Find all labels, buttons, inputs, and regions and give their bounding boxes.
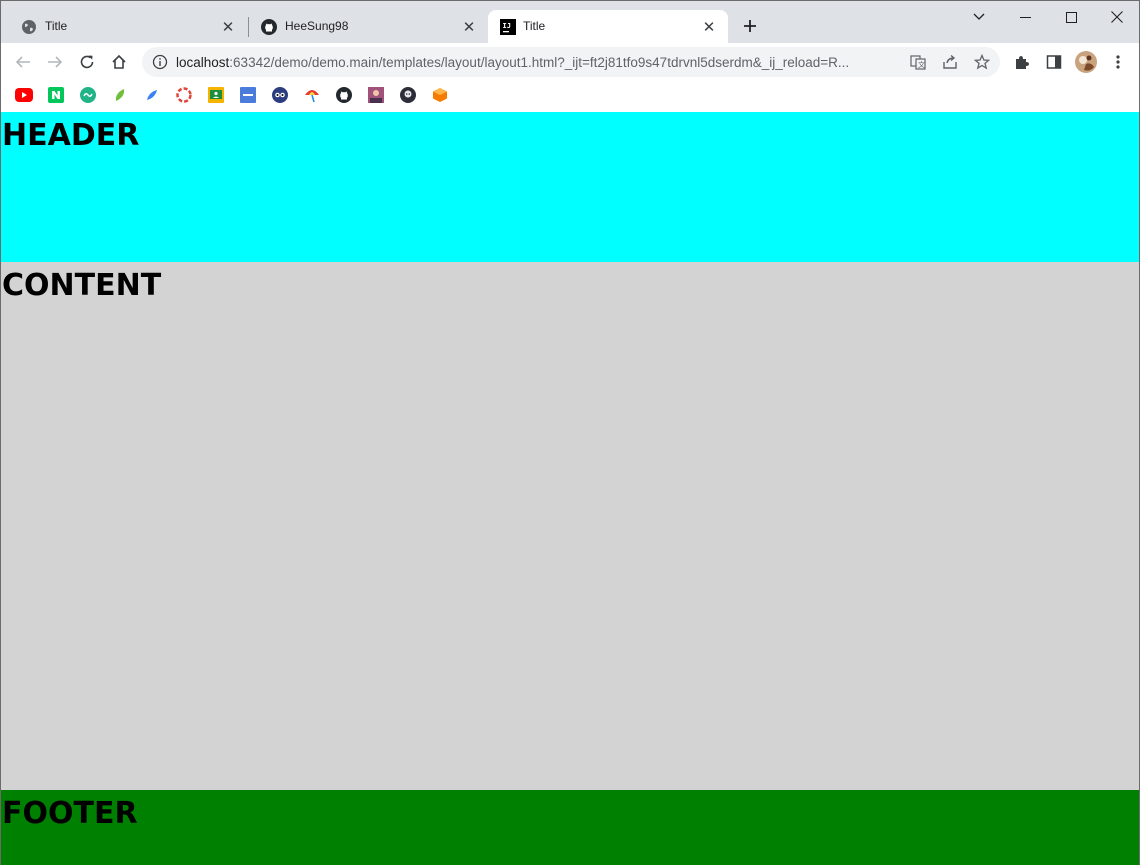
tab-title-1[interactable]: Title ✕ — [1, 10, 247, 43]
share-button[interactable] — [938, 50, 962, 74]
bookmark-orange-cube[interactable] — [431, 86, 449, 104]
close-icon — [1111, 11, 1123, 23]
side-panel-button[interactable] — [1040, 48, 1068, 76]
bookmark-owl[interactable] — [271, 86, 289, 104]
youtube-icon — [15, 88, 33, 102]
owl-icon — [272, 87, 288, 103]
intellij-icon: IJ — [500, 19, 516, 35]
leaf-icon — [115, 89, 125, 101]
avatar-dark-icon — [400, 87, 416, 103]
plus-icon — [744, 20, 756, 32]
naver-icon — [48, 87, 64, 103]
bookmark-classroom[interactable] — [207, 86, 225, 104]
github-icon — [261, 19, 277, 35]
header-section: HEADER — [1, 112, 1139, 262]
browser-tab-strip: Title ✕ HeeSung98 ✕ IJ Title ✕ — [1, 1, 1139, 43]
tab-label: HeeSung98 — [285, 19, 349, 33]
avatar — [1075, 51, 1097, 73]
blue-leaf-icon — [147, 90, 157, 100]
new-tab-button[interactable] — [739, 15, 761, 37]
close-icon[interactable]: ✕ — [460, 18, 478, 36]
github-icon — [336, 87, 352, 103]
forward-button[interactable] — [41, 48, 69, 76]
home-button[interactable] — [105, 48, 133, 76]
photo-icon — [368, 87, 384, 103]
bookmark-star-button[interactable] — [970, 50, 994, 74]
globe-icon — [21, 19, 37, 35]
svg-text:文: 文 — [918, 60, 925, 69]
close-icon[interactable]: ✕ — [219, 18, 237, 36]
page-viewport: HEADER CONTENT FOOTER — [1, 112, 1139, 865]
footer-section: FOOTER — [1, 790, 1139, 865]
bookmarks-bar — [1, 81, 1139, 112]
tab-title-active[interactable]: IJ Title ✕ — [488, 10, 728, 43]
bookmark-green-circle[interactable] — [79, 86, 97, 104]
docs-blue-icon — [240, 87, 256, 103]
share-icon — [943, 54, 957, 69]
tab-label: Title — [45, 19, 68, 33]
close-icon[interactable]: ✕ — [700, 18, 718, 36]
browser-toolbar: localhost:63342/demo/demo.main/templates… — [1, 43, 1139, 81]
arrow-left-icon — [15, 56, 30, 68]
bookmark-leaf[interactable] — [111, 86, 129, 104]
maximize-button[interactable] — [1048, 3, 1094, 31]
bookmark-umbrella[interactable] — [303, 86, 321, 104]
green-circle-icon — [80, 87, 96, 103]
bookmark-blue-leaf[interactable] — [143, 86, 161, 104]
url-host: localhost — [176, 55, 230, 70]
bookmark-naver[interactable] — [47, 86, 65, 104]
lifebuoy-icon — [176, 87, 192, 103]
content-heading: CONTENT — [2, 268, 162, 303]
address-bar[interactable]: localhost:63342/demo/demo.main/templates… — [142, 47, 1000, 77]
menu-button[interactable] — [1104, 48, 1132, 76]
bookmark-photo[interactable] — [367, 86, 385, 104]
tab-heesung98[interactable]: HeeSung98 ✕ — [247, 10, 488, 43]
extensions-button[interactable] — [1008, 48, 1036, 76]
tab-search-button[interactable] — [956, 3, 1002, 31]
arrow-right-icon — [48, 56, 63, 68]
bookmark-youtube[interactable] — [15, 86, 33, 104]
svg-text:IJ: IJ — [503, 22, 511, 30]
puzzle-icon — [1016, 56, 1029, 69]
home-icon — [112, 54, 126, 69]
profile-button[interactable] — [1072, 48, 1100, 76]
reload-button[interactable] — [73, 48, 101, 76]
minimize-button[interactable] — [1002, 3, 1048, 31]
content-section: CONTENT — [1, 262, 1139, 790]
minimize-icon — [1019, 16, 1031, 18]
translate-button[interactable]: 文 — [906, 50, 930, 74]
tab-label: Title — [523, 19, 546, 33]
url-text[interactable]: localhost:63342/demo/demo.main/templates… — [176, 55, 906, 70]
bookmark-avatar-dark[interactable] — [399, 86, 417, 104]
bookmark-docs-blue[interactable] — [239, 86, 257, 104]
maximize-icon — [1065, 11, 1077, 23]
chevron-down-icon — [973, 13, 985, 20]
info-icon[interactable] — [152, 54, 168, 70]
window-close-button[interactable] — [1094, 3, 1140, 31]
back-button[interactable] — [9, 48, 37, 76]
more-vert-icon — [1116, 55, 1120, 69]
translate-icon: 文 — [910, 55, 926, 70]
orange-cube-icon — [433, 88, 447, 102]
classroom-icon — [208, 87, 224, 103]
url-path: :63342/demo/demo.main/templates/layout/l… — [229, 55, 850, 70]
reload-icon — [80, 55, 94, 69]
umbrella-icon — [305, 90, 319, 103]
header-heading: HEADER — [2, 118, 140, 153]
bookmark-github[interactable] — [335, 86, 353, 104]
side-panel-icon — [1046, 55, 1062, 69]
footer-heading: FOOTER — [2, 796, 138, 831]
star-icon — [974, 54, 990, 70]
bookmark-lifebuoy[interactable] — [175, 86, 193, 104]
